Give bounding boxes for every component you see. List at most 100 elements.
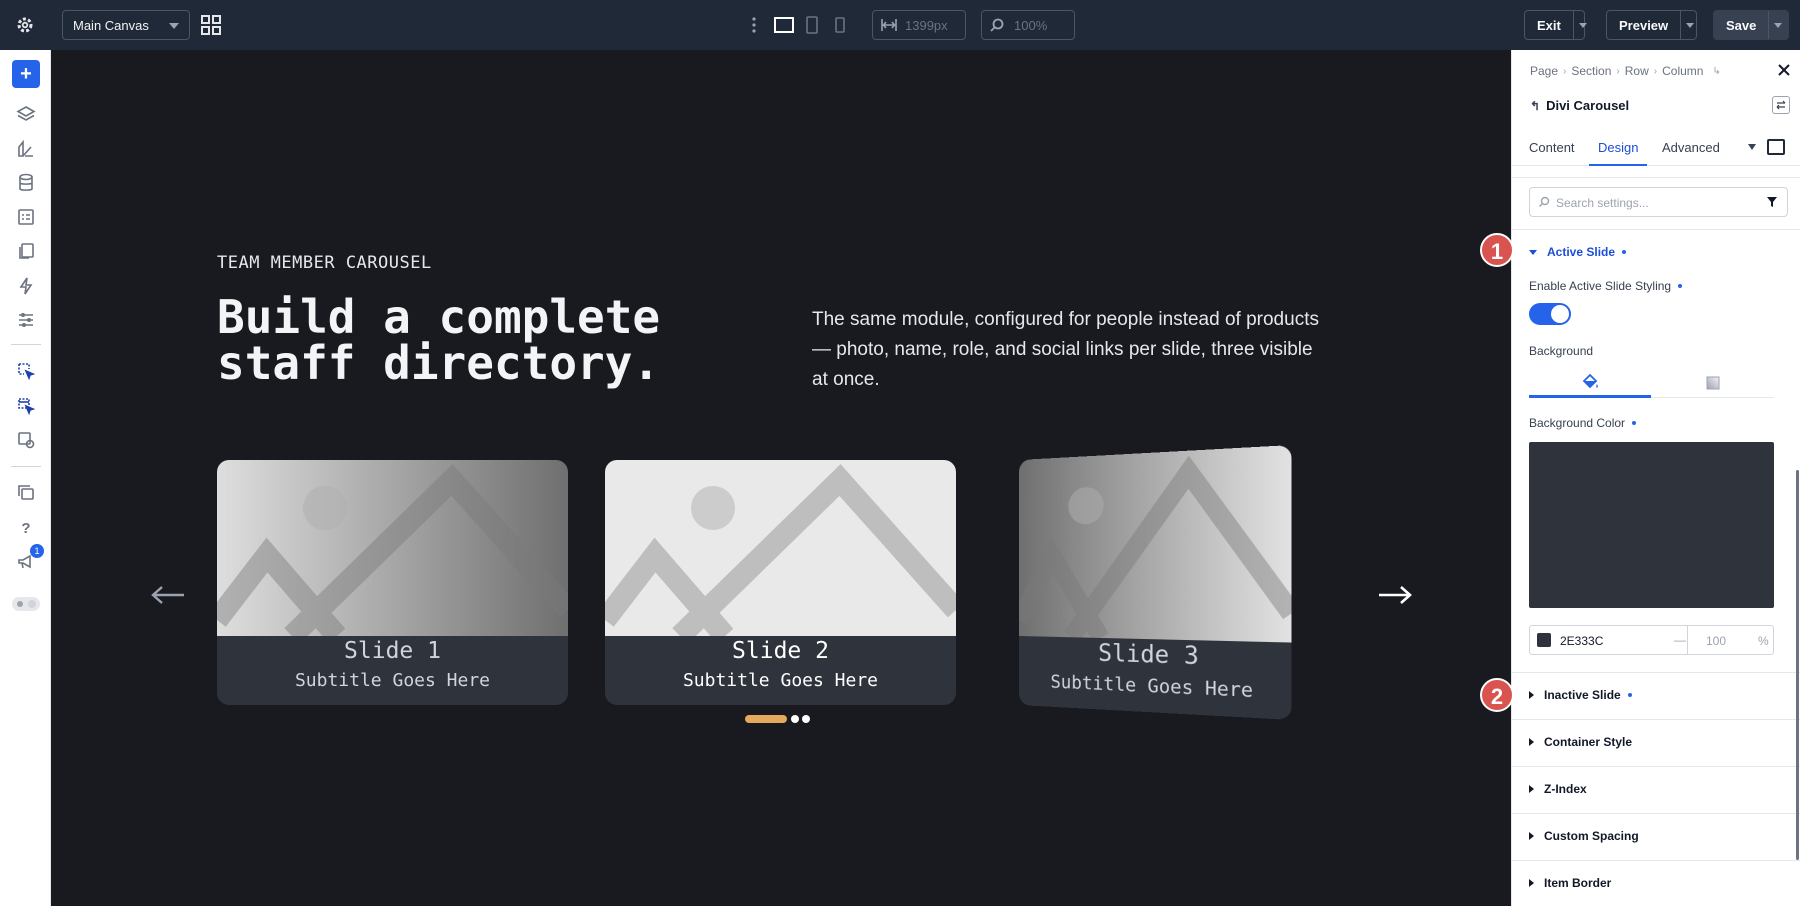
- background-color-tab[interactable]: [1529, 368, 1651, 398]
- breadcrumb-column[interactable]: Column: [1662, 64, 1703, 78]
- modified-indicator: [1627, 693, 1632, 697]
- panel-divider: [1512, 177, 1800, 178]
- caret-down-icon: [1529, 249, 1537, 255]
- design-library-icon[interactable]: [13, 136, 39, 162]
- view-mode-icon[interactable]: [1767, 139, 1785, 155]
- tablet-view-icon[interactable]: [805, 15, 819, 35]
- zoom-field[interactable]: 100%: [981, 10, 1075, 40]
- more-tabs-caret-icon[interactable]: [1748, 144, 1756, 150]
- opacity-input[interactable]: 100: [1706, 634, 1726, 648]
- pages-icon[interactable]: [13, 238, 39, 264]
- color-picker-preview[interactable]: [1529, 442, 1774, 608]
- modified-indicator: [1622, 250, 1627, 254]
- windows-icon[interactable]: [13, 480, 39, 506]
- breadcrumb-row[interactable]: Row: [1625, 64, 1649, 78]
- background-gradient-tab[interactable]: [1652, 368, 1774, 398]
- canvas-width-value: 1399px: [905, 18, 948, 33]
- settings-search-input[interactable]: Search settings...: [1529, 187, 1788, 217]
- section-eyebrow: TEAM MEMBER CAROUSEL: [217, 253, 432, 273]
- active-slide-section-toggle[interactable]: Active Slide: [1529, 245, 1627, 259]
- phone-view-icon[interactable]: [834, 15, 846, 35]
- tab-content[interactable]: Content: [1529, 130, 1575, 166]
- enable-active-slide-toggle[interactable]: [1529, 303, 1571, 325]
- section-intro-text: The same module, configured for people i…: [812, 309, 1319, 390]
- item-border-section-toggle[interactable]: Item Border: [1529, 876, 1611, 890]
- color-chip[interactable]: [1537, 633, 1551, 647]
- back-arrow-icon[interactable]: ↰: [1530, 99, 1540, 113]
- slide-2-title: Slide 2: [732, 638, 829, 664]
- z-index-section-toggle[interactable]: Z-Index: [1529, 782, 1587, 796]
- select-multiple-icon[interactable]: [13, 393, 39, 419]
- container-style-section-toggle[interactable]: Container Style: [1529, 735, 1632, 749]
- swap-module-icon[interactable]: [1772, 96, 1790, 114]
- exit-label: Exit: [1537, 17, 1561, 33]
- carousel-prev-arrow-icon[interactable]: [148, 583, 188, 607]
- caret-right-icon: [1529, 738, 1534, 746]
- form-fields-icon[interactable]: [13, 204, 39, 230]
- inactive-slide-label: Inactive Slide: [1544, 688, 1621, 702]
- panel-divider: [1512, 672, 1800, 673]
- desktop-view-icon[interactable]: [773, 15, 795, 35]
- carousel-slide-1[interactable]: Slide 1 Subtitle Goes Here: [217, 460, 568, 705]
- width-arrows-icon: [880, 17, 898, 36]
- canvas-width-field[interactable]: 1399px: [872, 10, 966, 40]
- preview-button[interactable]: Preview: [1606, 10, 1697, 40]
- tab-advanced[interactable]: Advanced: [1662, 130, 1720, 166]
- slide-2-caption: Slide 2 Subtitle Goes Here: [605, 636, 956, 705]
- panel-scrollbar[interactable]: [1796, 470, 1799, 860]
- settings-gear-icon[interactable]: [12, 13, 38, 37]
- save-dropdown-toggle[interactable]: [1768, 11, 1786, 39]
- toolbar-divider: [11, 466, 41, 467]
- settings-panel: Page › Section › Row › Column ↳ ↰ Divi C…: [1511, 50, 1800, 906]
- database-icon[interactable]: [13, 170, 39, 196]
- layers-icon[interactable]: [13, 101, 39, 127]
- preview-label: Preview: [1619, 17, 1669, 33]
- panel-divider: [1512, 229, 1800, 230]
- panel-divider: [1512, 719, 1800, 720]
- breadcrumb-chevron-icon: ›: [1563, 65, 1567, 77]
- more-options-icon[interactable]: [749, 14, 759, 36]
- background-color-text: Background Color: [1529, 416, 1626, 430]
- breadcrumb-page[interactable]: Page: [1530, 64, 1558, 78]
- lightning-icon[interactable]: [13, 273, 39, 299]
- grid-layout-icon[interactable]: [200, 14, 222, 36]
- save-button[interactable]: Save: [1713, 10, 1789, 40]
- slide-1-caption: Slide 1 Subtitle Goes Here: [217, 636, 568, 705]
- carousel-slide-3[interactable]: Slide 3 Subtitle Goes Here: [1019, 445, 1292, 720]
- dark-mode-toggle[interactable]: [12, 597, 40, 611]
- slide-2-subtitle: Subtitle Goes Here: [682, 670, 879, 691]
- exit-button[interactable]: Exit: [1524, 10, 1588, 40]
- inactive-slide-section-toggle[interactable]: Inactive Slide: [1529, 688, 1632, 702]
- top-toolbar: Main Canvas 1399px 100% Exit Preview Sav…: [0, 0, 1800, 50]
- pagination-dot[interactable]: [802, 715, 810, 723]
- close-panel-icon[interactable]: [1776, 62, 1792, 78]
- preview-dropdown-toggle[interactable]: [1680, 11, 1696, 39]
- carousel-next-arrow-icon[interactable]: [1375, 583, 1415, 607]
- breadcrumb-section[interactable]: Section: [1571, 64, 1611, 78]
- section-headline: Build a complete staff directory.: [217, 294, 737, 386]
- zoom-value: 100%: [1014, 18, 1048, 33]
- select-element-icon[interactable]: [13, 358, 39, 384]
- sliders-icon[interactable]: [13, 307, 39, 333]
- toolbar-divider: [11, 344, 41, 345]
- exit-dropdown-toggle[interactable]: [1572, 11, 1588, 39]
- color-hex-input[interactable]: 2E333C: [1560, 634, 1603, 648]
- help-icon[interactable]: ?: [13, 515, 39, 541]
- background-type-tabs: [1529, 368, 1774, 398]
- pagination-dot-active[interactable]: [745, 715, 787, 723]
- carousel-slide-2[interactable]: Slide 2 Subtitle Goes Here: [605, 460, 956, 705]
- add-module-button[interactable]: +: [12, 60, 40, 88]
- pagination-dot[interactable]: [791, 715, 799, 723]
- paint-bucket-icon: [1582, 373, 1598, 388]
- canvas-select[interactable]: Main Canvas: [62, 10, 190, 40]
- breadcrumb-chevron-icon: ›: [1616, 65, 1620, 77]
- tab-design[interactable]: Design: [1589, 130, 1648, 166]
- preset-settings-icon[interactable]: [13, 427, 39, 453]
- filter-icon[interactable]: [1766, 196, 1778, 211]
- slide-3-image-placeholder-icon: [1019, 445, 1292, 643]
- breadcrumb-chevron-icon: ›: [1653, 65, 1658, 77]
- breadcrumb: Page › Section › Row › Column ↳: [1530, 64, 1726, 78]
- caret-right-icon: [1529, 832, 1534, 840]
- custom-spacing-section-toggle[interactable]: Custom Spacing: [1529, 829, 1639, 843]
- save-label: Save: [1726, 17, 1757, 33]
